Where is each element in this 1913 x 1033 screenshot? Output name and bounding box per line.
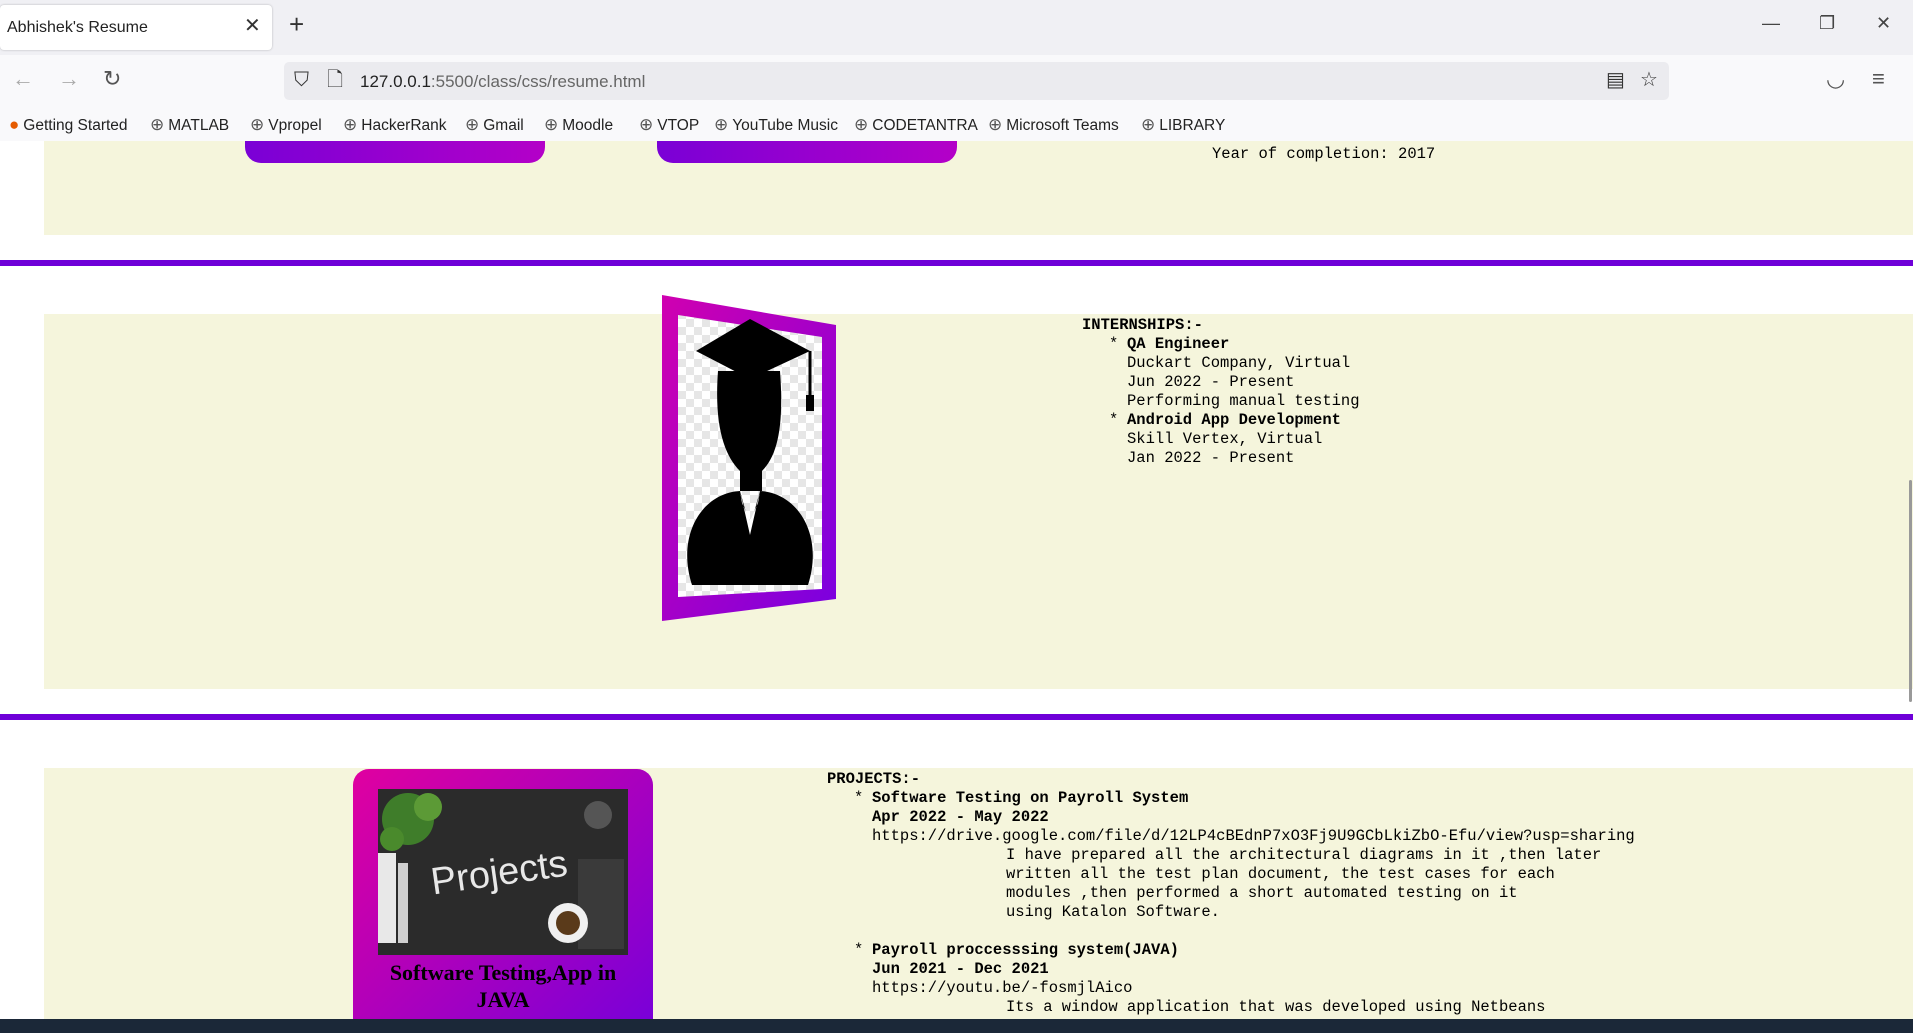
project-title: Payroll proccesssing system(JAVA)	[872, 941, 1179, 959]
tab-close-icon[interactable]: ✕	[244, 16, 261, 36]
globe-icon: ⊕	[1141, 115, 1156, 134]
project-description-line: written all the test plan document, the …	[1006, 865, 1555, 883]
bookmark-label: Microsoft Teams	[1006, 117, 1119, 134]
minimize-icon[interactable]: —	[1762, 14, 1780, 32]
graduate-card	[662, 295, 836, 621]
active-tab[interactable]: Abhishek's Resume ✕	[0, 5, 272, 50]
globe-icon: ⊕	[988, 115, 1003, 134]
tab-strip: Abhishek's Resume ✕ + — ❐ ✕	[0, 0, 1913, 55]
project-description-line: using Katalon Software.	[1006, 903, 1220, 921]
os-taskbar	[0, 1019, 1913, 1033]
project-link[interactable]: https://youtu.be/-fosmjlAico	[872, 979, 1132, 998]
internship-dates: Jun 2022 - Present	[1127, 373, 1295, 391]
projects-card: Projects Software Testing,App in JAVA	[353, 769, 653, 1019]
bookmark-label: Getting Started	[23, 117, 128, 134]
internships-section	[44, 314, 1913, 689]
window-close-icon[interactable]: ✕	[1876, 14, 1891, 32]
url-path: :5500/class/css/resume.html	[430, 72, 646, 91]
url-bar[interactable]: ⛉ 🗋 127.0.0.1:5500/class/css/resume.html…	[284, 62, 1669, 100]
projects-card-caption: Software Testing,App in JAVA	[389, 960, 617, 1012]
internship-dates: Jan 2022 - Present	[1127, 449, 1295, 467]
projects-image: Projects	[378, 789, 628, 955]
internship-company: Duckart Company, Virtual	[1127, 354, 1351, 372]
bookmark-label: MATLAB	[168, 117, 230, 134]
bookmark-microsoft-teams[interactable]: ⊕ Microsoft Teams	[988, 115, 1119, 135]
graduate-icon	[662, 295, 836, 621]
globe-icon: ⊕	[250, 115, 265, 134]
project-dates: Jun 2021 - Dec 2021	[872, 960, 1049, 978]
menu-icon[interactable]: ≡	[1872, 68, 1885, 90]
internship-title: QA Engineer	[1127, 335, 1230, 353]
project-description-line: I have prepared all the architectural di…	[1006, 846, 1602, 864]
bookmark-codetantra[interactable]: ⊕ CODETANTRA	[854, 115, 978, 135]
vertical-scrollbar[interactable]	[1909, 480, 1912, 702]
projects-heading: PROJECTS:-	[827, 770, 921, 788]
project-title: Software Testing on Payroll System	[872, 789, 1189, 807]
globe-icon: ⊕	[714, 115, 729, 134]
project-bullet: *	[854, 941, 864, 959]
bookmark-label: LIBRARY	[1159, 117, 1226, 134]
bookmark-label: CODETANTRA	[872, 117, 978, 134]
project-dates: Apr 2022 - May 2022	[872, 808, 1049, 826]
education-card-bottom	[245, 141, 545, 163]
bookmark-label: Vpropel	[268, 117, 322, 134]
bookmark-getting-started[interactable]: ● Getting Started	[9, 115, 128, 135]
forward-icon[interactable]: →	[58, 68, 80, 90]
project-link[interactable]: https://drive.google.com/file/d/12LP4cBE…	[872, 827, 1635, 846]
globe-icon: ⊕	[343, 115, 358, 134]
back-icon[interactable]: ←	[12, 68, 34, 90]
bookmark-youtube-music[interactable]: ⊕ YouTube Music	[714, 115, 838, 135]
pocket-icon[interactable]: ◡	[1826, 68, 1845, 90]
bookmark-label: HackerRank	[361, 117, 447, 134]
tab-title: Abhishek's Resume	[7, 19, 148, 36]
bookmark-star-icon[interactable]: ☆	[1640, 70, 1658, 90]
navigation-bar: ← → ↻ ⛉ 🗋 127.0.0.1:5500/class/css/resum…	[0, 55, 1913, 107]
bookmark-label: VTOP	[657, 117, 700, 134]
globe-icon: ⊕	[544, 115, 559, 134]
internship-title: Android App Development	[1127, 411, 1341, 429]
project-description-line: Its a window application that was develo…	[1006, 998, 1546, 1016]
education-year: Year of completion: 2017	[1212, 145, 1436, 163]
internship-bullet: *	[1109, 411, 1119, 429]
page-viewport: Year of completion: 2017 INTERNSHIPS:- *…	[0, 141, 1913, 1019]
bookmark-moodle[interactable]: ⊕ Moodle	[544, 115, 613, 135]
bookmark-matlab[interactable]: ⊕ MATLAB	[150, 115, 229, 135]
shield-icon[interactable]: ⛉	[294, 70, 309, 90]
education-card-bottom	[657, 141, 957, 163]
bookmark-vtop[interactable]: ⊕ VTOP	[639, 115, 699, 135]
reader-view-icon[interactable]: ▤	[1606, 70, 1625, 90]
internship-bullet: *	[1109, 335, 1119, 353]
bookmark-vpropel[interactable]: ⊕ Vpropel	[250, 115, 322, 135]
globe-icon: ⊕	[465, 115, 480, 134]
bookmark-label: Moodle	[562, 117, 614, 134]
project-description-line: modules ,then performed a short automate…	[1006, 884, 1518, 902]
globe-icon: ⊕	[150, 115, 165, 134]
internships-heading: INTERNSHIPS:-	[1082, 316, 1203, 334]
globe-icon: ⊕	[639, 115, 654, 134]
page-icon[interactable]: 🗋	[327, 70, 343, 90]
internship-description: Performing manual testing	[1127, 392, 1360, 410]
section-divider	[0, 260, 1913, 266]
reload-icon[interactable]: ↻	[103, 68, 121, 90]
bookmark-gmail[interactable]: ⊕ Gmail	[465, 115, 524, 135]
section-divider	[0, 714, 1913, 720]
new-tab-button[interactable]: +	[289, 11, 304, 37]
restore-icon[interactable]: ❐	[1819, 14, 1835, 32]
url-text[interactable]: 127.0.0.1:5500/class/css/resume.html	[360, 72, 645, 92]
firefox-icon: ●	[9, 115, 20, 134]
bookmark-hackerrank[interactable]: ⊕ HackerRank	[343, 115, 447, 135]
globe-icon: ⊕	[854, 115, 869, 134]
bookmark-library[interactable]: ⊕ LIBRARY	[1141, 115, 1225, 135]
project-bullet: *	[854, 789, 864, 807]
bookmarks-toolbar: ● Getting Started ⊕ MATLAB ⊕ Vpropel ⊕ Hacke…	[0, 107, 1913, 142]
bookmark-label: YouTube Music	[732, 117, 838, 134]
projects-photo-icon: Projects	[378, 789, 628, 955]
url-host: 127.0.0.1	[360, 72, 431, 91]
bookmark-label: Gmail	[483, 117, 524, 134]
internship-company: Skill Vertex, Virtual	[1127, 430, 1323, 448]
